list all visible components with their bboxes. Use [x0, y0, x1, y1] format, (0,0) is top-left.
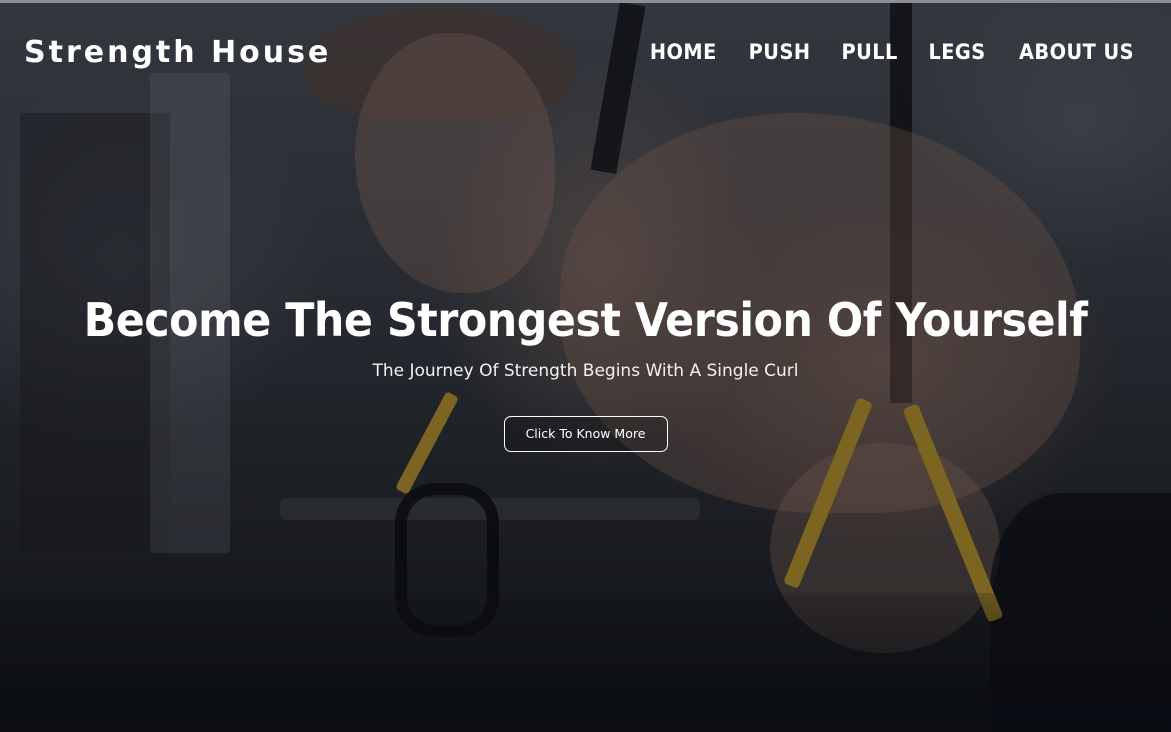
nav-link-legs[interactable]: LEGS: [928, 37, 985, 67]
hero-subheadline: The Journey Of Strength Begins With A Si…: [372, 361, 799, 381]
hero-headline: Become The Strongest Version Of Yourself: [83, 293, 1088, 347]
nav-link-push[interactable]: PUSH: [748, 37, 810, 67]
nav-link-pull[interactable]: PULL: [841, 37, 897, 67]
site-header: Strength House HOME PUSH PULL LEGS ABOUT…: [0, 3, 1171, 103]
site-logo[interactable]: Strength House: [24, 33, 331, 73]
main-nav: HOME PUSH PULL LEGS ABOUT US: [647, 37, 1139, 67]
nav-link-home[interactable]: HOME: [650, 37, 717, 67]
page: Strength House HOME PUSH PULL LEGS ABOUT…: [0, 0, 1171, 732]
nav-link-about-us[interactable]: ABOUT US: [1019, 37, 1134, 67]
know-more-button[interactable]: Click To Know More: [503, 416, 668, 452]
hero-section: Become The Strongest Version Of Yourself…: [0, 288, 1171, 452]
